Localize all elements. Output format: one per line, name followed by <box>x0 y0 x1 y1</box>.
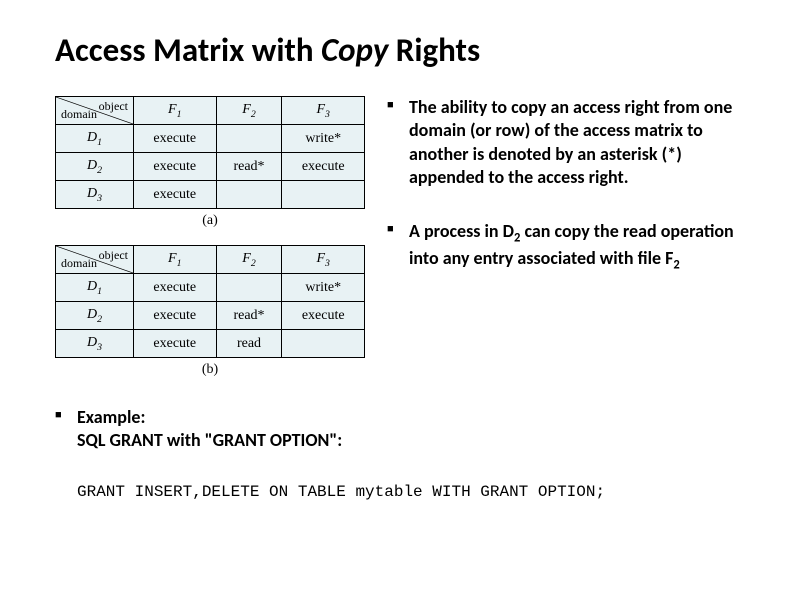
row-header: D3 <box>56 330 134 358</box>
title-italic: Copy <box>321 30 388 70</box>
cell: execute <box>134 302 217 330</box>
row-header: D2 <box>56 153 134 181</box>
matrix-a-table: object domain F1 F2 F3 D1 execute write* <box>55 96 365 209</box>
corner-object-label: object <box>99 248 128 263</box>
row-header: D1 <box>56 125 134 153</box>
cell: write* <box>282 125 365 153</box>
table-row: D1 execute write* <box>56 125 365 153</box>
title-post: Rights <box>388 30 480 70</box>
right-column: The ability to copy an access right from… <box>387 96 739 394</box>
cell: execute <box>134 153 217 181</box>
matrix-a-caption: (a) <box>55 213 365 229</box>
matrix-b: object domain F1 F2 F3 D1 execute write* <box>55 245 365 378</box>
col-header: F3 <box>282 97 365 125</box>
corner-object-label: object <box>99 99 128 114</box>
row-header: D1 <box>56 274 134 302</box>
bullet-copy-right: The ability to copy an access right from… <box>387 96 739 190</box>
content-row: object domain F1 F2 F3 D1 execute write* <box>55 96 739 394</box>
cell: execute <box>134 274 217 302</box>
sql-code: GRANT INSERT,DELETE ON TABLE mytable WIT… <box>77 483 739 501</box>
example-line2: SQL GRANT with "GRANT OPTION": <box>77 429 342 451</box>
title-pre: Access Matrix with <box>55 30 321 70</box>
cell: read* <box>216 153 282 181</box>
example-item: Example: SQL GRANT with "GRANT OPTION": <box>55 406 739 453</box>
example-label: Example: <box>77 406 145 428</box>
cell: execute <box>134 330 217 358</box>
matrix-b-table: object domain F1 F2 F3 D1 execute write* <box>55 245 365 358</box>
example-bullet: Example: SQL GRANT with "GRANT OPTION": <box>55 406 739 453</box>
col-header: F1 <box>134 246 217 274</box>
bullet-process-copy: A process in D2 can copy the read operat… <box>387 220 739 274</box>
cell: execute <box>282 153 365 181</box>
corner-domain-label: domain <box>61 107 97 122</box>
cell: execute <box>134 181 217 209</box>
table-row: D3 execute <box>56 181 365 209</box>
row-header: D2 <box>56 302 134 330</box>
col-header: F3 <box>282 246 365 274</box>
col-header: F1 <box>134 97 217 125</box>
row-header: D3 <box>56 181 134 209</box>
cell <box>216 181 282 209</box>
matrix-b-caption: (b) <box>55 362 365 378</box>
cell: write* <box>282 274 365 302</box>
cell <box>282 181 365 209</box>
left-column: object domain F1 F2 F3 D1 execute write* <box>55 96 365 394</box>
corner-domain-label: domain <box>61 256 97 271</box>
table-row: D1 execute write* <box>56 274 365 302</box>
cell: read <box>216 330 282 358</box>
cell <box>216 125 282 153</box>
corner-cell: object domain <box>56 246 134 274</box>
col-header: F2 <box>216 97 282 125</box>
example-block: Example: SQL GRANT with "GRANT OPTION": … <box>55 406 739 501</box>
col-header: F2 <box>216 246 282 274</box>
table-row: D3 execute read <box>56 330 365 358</box>
cell: execute <box>134 125 217 153</box>
table-row: D2 execute read* execute <box>56 153 365 181</box>
cell: execute <box>282 302 365 330</box>
cell: read* <box>216 302 282 330</box>
cell <box>282 330 365 358</box>
matrix-a: object domain F1 F2 F3 D1 execute write* <box>55 96 365 229</box>
corner-cell: object domain <box>56 97 134 125</box>
slide: Access Matrix with Copy Rights object do… <box>0 0 794 531</box>
table-row: D2 execute read* execute <box>56 302 365 330</box>
bullet-list: The ability to copy an access right from… <box>387 96 739 273</box>
cell <box>216 274 282 302</box>
page-title: Access Matrix with Copy Rights <box>55 30 739 70</box>
